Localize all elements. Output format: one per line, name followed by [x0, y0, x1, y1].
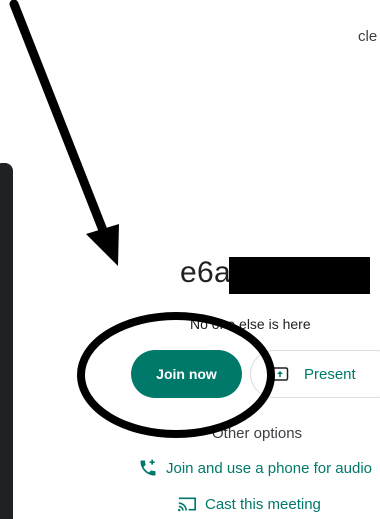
- phone-audio-label: Join and use a phone for audio: [166, 459, 372, 477]
- phone-audio-link[interactable]: Join and use a phone for audio: [138, 458, 372, 478]
- present-label: Present: [304, 365, 356, 383]
- join-now-button[interactable]: Join now: [131, 350, 242, 398]
- join-now-label: Join now: [156, 366, 217, 382]
- annotation-arrow-shaft: [9, 0, 111, 243]
- participants-status: No one else is here: [190, 316, 311, 332]
- cast-icon: [177, 495, 197, 513]
- cast-meeting-label: Cast this meeting: [205, 495, 321, 513]
- video-preview-panel: [0, 163, 13, 519]
- redaction-bar: [229, 257, 370, 294]
- present-button[interactable]: Present: [250, 350, 380, 398]
- annotation-arrow-head: [86, 224, 119, 266]
- present-to-all-icon: [271, 365, 289, 383]
- phone-add-icon: [138, 458, 158, 478]
- top-right-clipped-text: cle: [358, 28, 378, 45]
- cast-meeting-link[interactable]: Cast this meeting: [177, 495, 321, 513]
- meeting-code: e6a: [180, 256, 231, 289]
- other-options-heading: Other options: [212, 425, 303, 442]
- meet-join-screen: cle e6a No one else is here Join now Pre…: [0, 0, 380, 519]
